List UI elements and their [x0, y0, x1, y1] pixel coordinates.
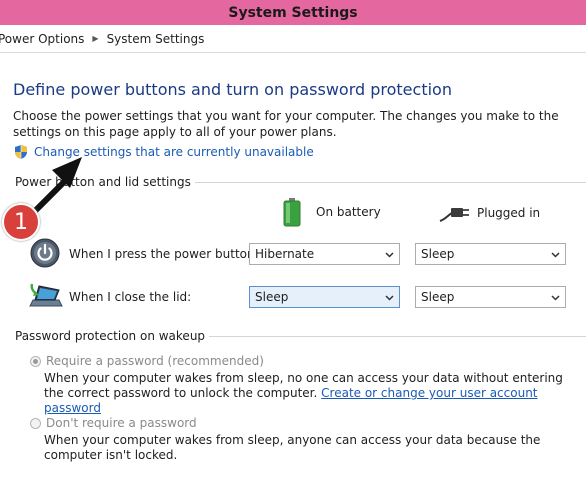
page-title: Define power buttons and turn on passwor… [13, 80, 452, 99]
close-lid-plugged-value: Sleep [421, 290, 455, 304]
dont-require-password-label: Don't require a password [46, 416, 197, 430]
annotation-badge-number: 1 [14, 209, 28, 235]
breadcrumb-separator-icon: ▶ [92, 34, 99, 43]
change-settings-link-text[interactable]: Change settings that are currently unava… [34, 145, 314, 159]
change-settings-link[interactable]: Change settings that are currently unava… [13, 144, 314, 160]
window-title: System Settings [228, 4, 358, 21]
power-button-plugged-select[interactable]: Sleep [415, 243, 566, 265]
battery-icon [283, 198, 301, 227]
dont-require-password-option[interactable]: Don't require a password [30, 416, 197, 430]
uac-shield-icon [15, 145, 27, 159]
title-bar: System Settings [0, 0, 586, 25]
laptop-lid-icon [29, 283, 63, 307]
power-button-battery-select[interactable]: Hibernate [249, 243, 400, 265]
annotation-badge: 1 [2, 203, 40, 241]
page-description: Choose the power settings that you want … [13, 109, 559, 139]
chevron-down-icon [385, 295, 394, 301]
chevron-down-icon [551, 295, 560, 301]
password-section-label: Password protection on wakeup [15, 329, 210, 343]
chevron-down-icon [551, 252, 560, 258]
breadcrumb-system-settings[interactable]: System Settings [107, 32, 205, 46]
close-lid-plugged-select[interactable]: Sleep [415, 286, 566, 308]
on-battery-label: On battery [316, 205, 381, 219]
dont-require-password-desc-text: When your computer wakes from sleep, any… [44, 433, 541, 462]
power-button-plugged-value: Sleep [421, 247, 455, 261]
close-lid-battery-select[interactable]: Sleep [249, 286, 400, 308]
power-button-icon [30, 238, 60, 268]
breadcrumb: Power Options ▶ System Settings [0, 25, 586, 53]
dont-require-password-radio[interactable] [30, 417, 41, 429]
power-button-row-label: When I press the power button: [69, 247, 259, 261]
require-password-radio[interactable] [30, 355, 41, 367]
close-lid-battery-value: Sleep [255, 290, 289, 304]
require-password-description: When your computer wakes from sleep, no … [44, 371, 580, 416]
require-password-option[interactable]: Require a password (recommended) [30, 354, 264, 368]
dont-require-password-description: When your computer wakes from sleep, any… [44, 433, 580, 463]
power-plug-icon [439, 208, 469, 222]
plugged-in-header: Plugged in [438, 203, 540, 223]
breadcrumb-power-options[interactable]: Power Options [0, 32, 84, 46]
plugged-in-label: Plugged in [477, 206, 541, 220]
power-button-battery-value: Hibernate [255, 247, 315, 261]
on-battery-header: On battery [282, 197, 381, 227]
close-lid-row-label: When I close the lid: [69, 290, 192, 304]
chevron-down-icon [385, 252, 394, 258]
require-password-label: Require a password (recommended) [46, 354, 264, 368]
power-section-label: Power button and lid settings [15, 175, 195, 189]
